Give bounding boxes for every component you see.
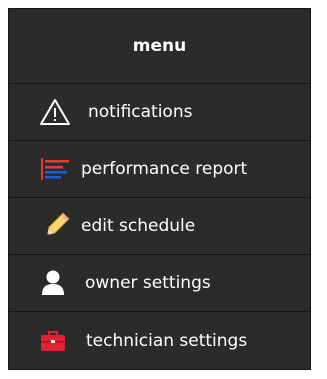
- person-icon: [41, 270, 65, 296]
- menu-item-label: performance report: [81, 159, 248, 179]
- pencil-icon: [41, 211, 71, 241]
- menu-item-technician-settings[interactable]: technician settings: [9, 312, 310, 369]
- warning-triangle-icon: [39, 98, 71, 126]
- menu-item-notifications[interactable]: notifications: [9, 84, 310, 141]
- menu-item-label: technician settings: [86, 330, 248, 351]
- menu-title: menu: [9, 9, 310, 84]
- menu-item-label: owner settings: [85, 273, 211, 293]
- toolbox-icon: [41, 329, 65, 353]
- menu-item-performance-report[interactable]: performance report: [9, 141, 310, 198]
- menu-item-label: edit schedule: [81, 216, 196, 236]
- menu-item-label: notifications: [88, 102, 193, 122]
- menu-item-owner-settings[interactable]: owner settings: [9, 255, 310, 312]
- menu-panel: menu notifications performance report ed…: [8, 8, 311, 370]
- menu-item-edit-schedule[interactable]: edit schedule: [9, 198, 310, 255]
- report-lines-icon: [41, 158, 71, 180]
